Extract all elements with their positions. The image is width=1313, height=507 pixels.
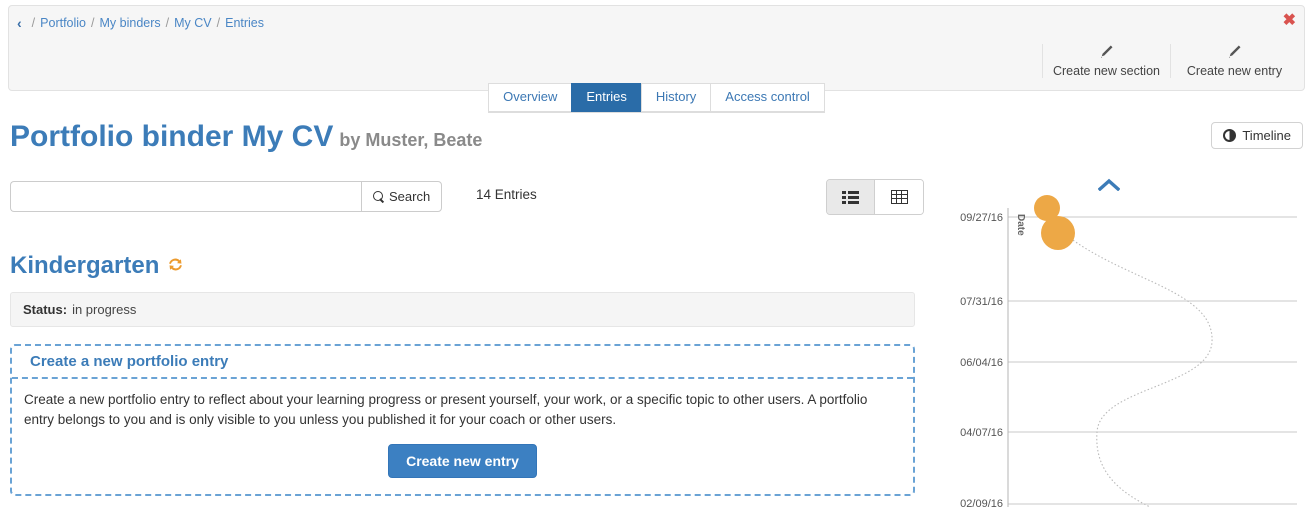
close-icon[interactable]: ✖ (1283, 13, 1296, 29)
pencil-icon (1047, 44, 1166, 62)
breadcrumb-item-my-cv[interactable]: My CV (174, 16, 212, 30)
tab-overview[interactable]: Overview (488, 83, 571, 112)
status-value: in progress (72, 302, 136, 317)
status-label: Status: (23, 302, 67, 317)
chart-trend-line (1070, 238, 1212, 507)
tab-access-control[interactable]: Access control (710, 83, 825, 112)
header-actions: Create new section Create new entry (1042, 44, 1298, 78)
create-new-entry-primary-button[interactable]: Create new entry (388, 444, 537, 478)
breadcrumb-separator: / (91, 16, 94, 30)
adjust-contrast-icon (1223, 129, 1236, 142)
page-title-main: Portfolio binder My CV (10, 120, 333, 153)
chart-gridlines (1008, 217, 1297, 504)
timeline-toggle-label: Timeline (1242, 128, 1291, 143)
svg-text:02/09/16: 02/09/16 (960, 498, 1003, 507)
create-new-section-label: Create new section (1047, 64, 1166, 78)
svg-text:04/07/16: 04/07/16 (960, 427, 1003, 439)
header-panel: ‹ / Portfolio / My binders / My CV / Ent… (8, 5, 1305, 91)
view-toggle (826, 179, 924, 215)
breadcrumb: ‹ / Portfolio / My binders / My CV / Ent… (17, 13, 264, 33)
breadcrumb-item-entries[interactable]: Entries (225, 16, 264, 30)
back-icon[interactable]: ‹ (17, 16, 22, 30)
create-new-entry-label: Create new entry (1175, 64, 1294, 78)
page-title-author: by Muster, Beate (339, 130, 482, 150)
svg-text:09/27/16: 09/27/16 (960, 212, 1003, 224)
tab-bar: Overview Entries History Access control (0, 86, 1313, 113)
page-title: Portfolio binder My CV by Muster, Beate (10, 118, 1303, 159)
timeline-chart-svg: 09/27/16 07/31/16 06/04/16 04/07/16 02/0… (950, 172, 1313, 507)
create-new-section-button[interactable]: Create new section (1042, 44, 1170, 78)
chart-y-tick-labels: 09/27/16 07/31/16 06/04/16 04/07/16 02/0… (960, 212, 1003, 507)
breadcrumb-item-portfolio[interactable]: Portfolio (40, 16, 86, 30)
svg-text:06/04/16: 06/04/16 (960, 357, 1003, 369)
search-button-label: Search (389, 189, 430, 204)
section-title-label: Kindergarten (10, 252, 159, 280)
pencil-icon (1175, 44, 1294, 62)
chart-axis-label: Date (1015, 214, 1026, 236)
title-row: Portfolio binder My CV by Muster, Beate T… (10, 118, 1303, 158)
breadcrumb-separator: / (166, 16, 169, 30)
create-entry-card-footer: Create new entry (12, 444, 913, 478)
entry-count: 14 Entries (476, 187, 537, 202)
search-icon (373, 191, 384, 202)
list-view-button[interactable] (827, 180, 875, 214)
timeline-chart: 09/27/16 07/31/16 06/04/16 04/07/16 02/0… (950, 172, 1313, 507)
list-view-icon (842, 191, 859, 204)
create-entry-card-body: Create a new portfolio entry to reflect … (12, 379, 913, 430)
breadcrumb-item-my-binders[interactable]: My binders (100, 16, 161, 30)
tab-history[interactable]: History (641, 83, 710, 112)
search-input[interactable] (10, 181, 361, 212)
create-entry-card: Create a new portfolio entry Create a ne… (10, 344, 915, 496)
status-panel: Status: in progress (10, 292, 915, 327)
create-new-entry-button[interactable]: Create new entry (1170, 44, 1298, 78)
timeline-toggle-button[interactable]: Timeline (1211, 122, 1303, 149)
refresh-icon[interactable] (167, 256, 184, 276)
svg-text:07/31/16: 07/31/16 (960, 296, 1003, 308)
breadcrumb-separator: / (32, 16, 35, 30)
section-title: Kindergarten (10, 252, 184, 280)
create-entry-card-heading: Create a new portfolio entry (12, 346, 913, 379)
chart-data-point[interactable] (1041, 216, 1075, 250)
tab-entries[interactable]: Entries (571, 83, 640, 112)
breadcrumb-separator: / (217, 16, 220, 30)
grid-view-button[interactable] (875, 180, 923, 214)
search-row: Search 14 Entries (10, 181, 915, 213)
grid-view-icon (891, 190, 908, 204)
search-button[interactable]: Search (361, 181, 442, 212)
